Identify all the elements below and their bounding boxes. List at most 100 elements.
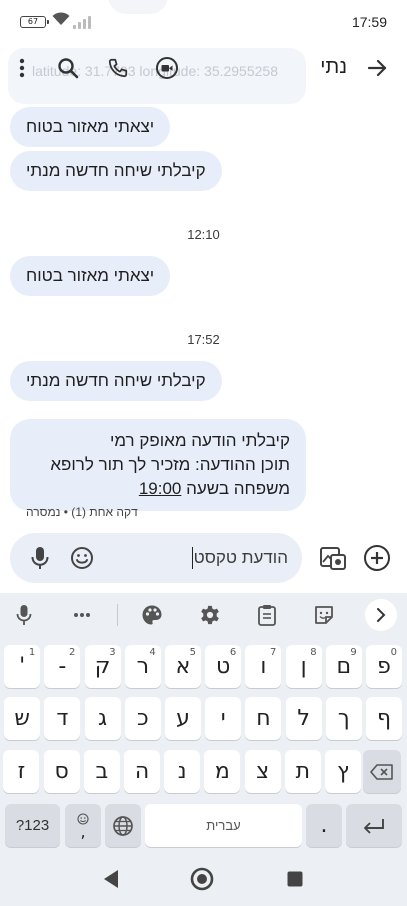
backspace-key[interactable] [363,750,401,793]
clipboard-icon[interactable] [253,601,281,629]
message-line: משפחה בשעה 19:00 [26,477,290,501]
letter-key[interactable]: -2 [44,645,81,688]
key-label: ע [176,706,190,731]
message-bubble[interactable]: קיבלתי שיחה חדשה מנתי [10,361,222,401]
key-hint: 4 [149,647,156,658]
phone-icon[interactable] [104,54,132,82]
key-label: צ [256,759,270,784]
key-label: ח [256,706,271,731]
message-input[interactable]: הודעת טקסט [191,547,288,569]
status-time: 17:59 [351,14,387,30]
more-options-icon[interactable] [10,54,34,82]
letter-key[interactable]: נ [164,750,201,793]
wifi-icon [52,12,70,30]
more-tools-icon[interactable] [68,601,96,629]
chevron-right-icon[interactable] [365,599,397,631]
contact-name[interactable]: נתי [320,56,347,79]
time-link[interactable]: 19:00 [139,479,182,498]
message-line-text: משפחה בשעה [186,479,290,498]
navigation-bar [0,852,407,906]
letter-key[interactable]: ם9 [325,645,362,688]
key-hint: 1 [28,647,36,658]
emoji-comma-key[interactable]: , [65,804,101,847]
letter-key[interactable]: י [205,697,242,740]
key-label: ד [56,706,69,731]
key-hint: 6 [229,647,237,658]
status-bar: 67 17:59 [0,0,407,44]
key-label: ק [94,654,111,679]
message-line: תוכן ההודעה: מזכיר לך תור לרופא [50,455,290,474]
key-label: פ [377,654,391,679]
nav-home-icon[interactable] [189,866,215,892]
video-call-icon[interactable] [153,54,181,82]
gallery-attach-icon[interactable] [318,543,348,573]
message-bubble[interactable]: קיבלתי הודעה מאופק רמי תוכן ההודעה: מזכי… [10,419,306,511]
key-label: א [175,654,191,679]
letter-key[interactable]: מ [204,750,241,793]
microphone-icon[interactable] [26,544,54,572]
key-label: ך [337,706,350,731]
letter-key[interactable]: ס [43,750,80,793]
key-label: ף [376,706,392,731]
key-label: ו [260,654,267,679]
nav-recents-icon[interactable] [282,866,308,892]
search-icon[interactable] [54,54,82,82]
theme-palette-icon[interactable] [138,601,166,629]
voice-input-icon[interactable] [10,601,38,629]
period-key[interactable]: . [306,804,342,847]
letter-key[interactable]: ף [366,697,402,740]
letter-key[interactable]: א5 [165,645,201,688]
battery-icon: 67 [20,16,49,28]
letter-key[interactable]: ב [83,750,120,793]
message-bubble[interactable]: קיבלתי שיחה חדשה מנתי [10,151,222,191]
letter-key[interactable]: ' 1 [4,645,41,688]
key-label: י [220,706,226,731]
key-label: ה [134,759,150,784]
symbols-key[interactable]: ?123 [5,804,60,847]
nav-back-icon[interactable] [98,866,124,892]
key-hint: 2 [69,647,76,658]
key-label: כ [136,706,149,731]
letter-key[interactable]: צ [244,750,281,793]
key-hint: 7 [270,647,277,658]
letter-key[interactable]: כ [124,697,161,740]
letter-key[interactable]: ך [325,697,362,740]
letter-key[interactable]: ח [245,697,282,740]
letter-key[interactable]: ה [124,750,160,793]
key-label: ם [336,654,352,679]
back-arrow-icon[interactable] [363,54,391,82]
letter-key[interactable]: פ0 [366,645,402,688]
letter-key[interactable]: ן8 [285,645,322,688]
enter-key[interactable] [346,804,402,847]
message-line: קיבלתי הודעה מאופק רמי [109,431,290,450]
letter-key[interactable]: ט6 [205,645,242,688]
letter-key[interactable]: ת [284,750,321,793]
emoji-icon[interactable] [68,544,96,572]
message-status: דקה אחת (1) • נמסרה [26,505,138,519]
letter-key[interactable]: ד [44,697,81,740]
key-label: - [58,654,67,679]
letter-key[interactable]: ר4 [124,645,161,688]
letter-key[interactable]: ע [165,697,201,740]
letter-key[interactable]: ז [3,750,40,793]
letter-key[interactable]: ץ [325,750,361,793]
letter-key[interactable]: ש [4,697,41,740]
toolbar-divider [117,604,118,626]
keyboard-toolbar [0,593,407,637]
comma-label: , [80,821,86,841]
settings-gear-icon[interactable] [196,601,224,629]
sticker-icon[interactable] [310,601,338,629]
letter-key[interactable]: ג [84,697,121,740]
key-label: ר [136,654,149,679]
letter-key[interactable]: ק3 [84,645,121,688]
key-hint: 8 [310,647,317,658]
add-attachment-icon[interactable] [362,543,392,573]
letter-key[interactable]: ל [285,697,322,740]
message-bubble[interactable]: יצאתי מאזור בטוח [10,256,171,296]
compose-bar: הודעת טקסט [10,533,302,583]
letter-key[interactable]: ו7 [245,645,282,688]
globe-icon[interactable] [105,804,141,847]
space-key[interactable]: עברית [145,804,302,847]
message-bubble[interactable]: יצאתי מאזור בטוח [10,107,171,147]
key-label: ץ [337,759,349,784]
